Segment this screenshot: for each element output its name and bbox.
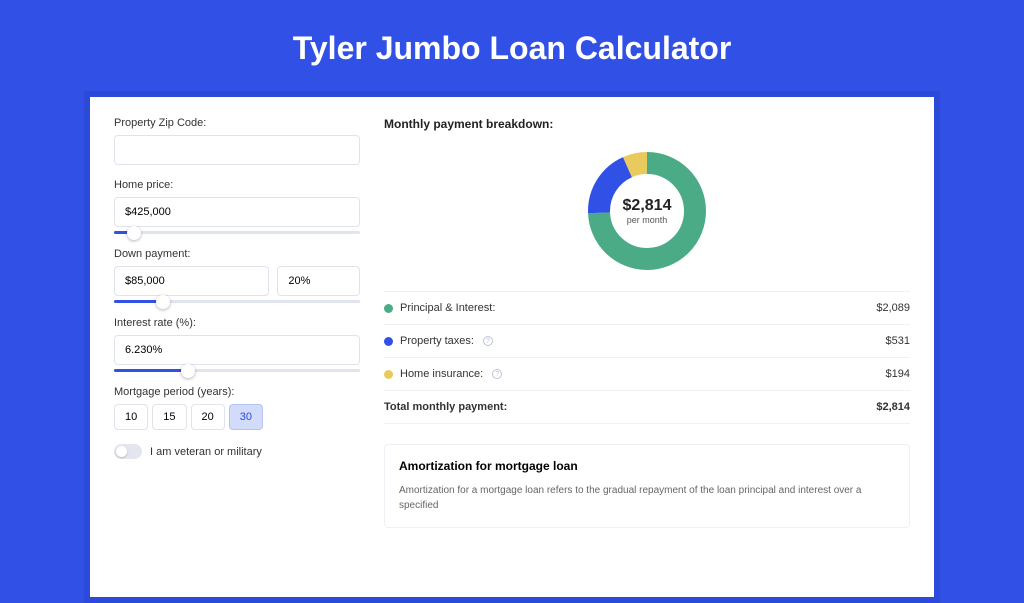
amortization-section: Amortization for mortgage loan Amortizat… — [384, 444, 910, 528]
home-price-label: Home price: — [114, 179, 360, 191]
home-price-slider[interactable] — [114, 231, 360, 234]
interest-rate-slider[interactable] — [114, 369, 360, 372]
interest-rate-input[interactable] — [114, 335, 360, 365]
breakdown-row-insurance: Home insurance: ? $194 — [384, 358, 910, 391]
breakdown-value: $194 — [886, 368, 910, 380]
breakdown-row-taxes: Property taxes: ? $531 — [384, 325, 910, 358]
dot-icon — [384, 304, 393, 313]
breakdown-list: Principal & Interest: $2,089 Property ta… — [384, 291, 910, 424]
slider-thumb-icon[interactable] — [156, 295, 170, 309]
veteran-toggle-row: I am veteran or military — [114, 444, 360, 459]
interest-rate-label: Interest rate (%): — [114, 317, 360, 329]
down-payment-percent-input[interactable] — [277, 266, 360, 296]
breakdown-value: $2,089 — [876, 302, 910, 314]
mortgage-period-group: Mortgage period (years): 10 15 20 30 — [114, 386, 360, 430]
down-payment-amount-input[interactable] — [114, 266, 269, 296]
dot-icon — [384, 337, 393, 346]
interest-rate-group: Interest rate (%): — [114, 317, 360, 372]
amortization-title: Amortization for mortgage loan — [399, 459, 895, 473]
page-title: Tyler Jumbo Loan Calculator — [0, 0, 1024, 91]
donut-chart: $2,814 per month — [587, 151, 707, 271]
zip-input[interactable] — [114, 135, 360, 165]
period-btn-20[interactable]: 20 — [191, 404, 225, 430]
veteran-label: I am veteran or military — [150, 446, 262, 458]
home-price-group: Home price: — [114, 179, 360, 234]
donut-caption: per month — [623, 215, 672, 225]
donut-center: $2,814 per month — [623, 197, 672, 225]
breakdown-title: Monthly payment breakdown: — [384, 117, 910, 131]
toggle-knob-icon — [116, 446, 127, 457]
breakdown-label: Home insurance: — [400, 368, 483, 380]
down-payment-slider[interactable] — [114, 300, 360, 303]
veteran-toggle[interactable] — [114, 444, 142, 459]
info-icon[interactable]: ? — [492, 369, 502, 379]
period-button-group: 10 15 20 30 — [114, 404, 360, 430]
form-panel: Property Zip Code: Home price: Down paym… — [114, 117, 360, 597]
donut-value: $2,814 — [623, 197, 672, 215]
results-panel: Monthly payment breakdown: $2,814 per mo… — [384, 117, 910, 597]
slider-thumb-icon[interactable] — [127, 226, 141, 240]
period-btn-15[interactable]: 15 — [152, 404, 186, 430]
mortgage-period-label: Mortgage period (years): — [114, 386, 360, 398]
donut-container: $2,814 per month — [384, 143, 910, 291]
total-label: Total monthly payment: — [384, 401, 507, 413]
down-payment-group: Down payment: — [114, 248, 360, 303]
amortization-text: Amortization for a mortgage loan refers … — [399, 483, 895, 513]
zip-field-group: Property Zip Code: — [114, 117, 360, 165]
dot-icon — [384, 370, 393, 379]
period-btn-30[interactable]: 30 — [229, 404, 263, 430]
breakdown-row-principal: Principal & Interest: $2,089 — [384, 292, 910, 325]
breakdown-value: $531 — [886, 335, 910, 347]
zip-label: Property Zip Code: — [114, 117, 360, 129]
down-payment-label: Down payment: — [114, 248, 360, 260]
breakdown-label: Principal & Interest: — [400, 302, 495, 314]
period-btn-10[interactable]: 10 — [114, 404, 148, 430]
slider-thumb-icon[interactable] — [181, 364, 195, 378]
breakdown-row-total: Total monthly payment: $2,814 — [384, 391, 910, 424]
home-price-input[interactable] — [114, 197, 360, 227]
calculator-body: Property Zip Code: Home price: Down paym… — [90, 97, 934, 597]
calculator-panel: Property Zip Code: Home price: Down paym… — [84, 91, 940, 603]
total-value: $2,814 — [876, 401, 910, 413]
info-icon[interactable]: ? — [483, 336, 493, 346]
breakdown-label: Property taxes: — [400, 335, 474, 347]
